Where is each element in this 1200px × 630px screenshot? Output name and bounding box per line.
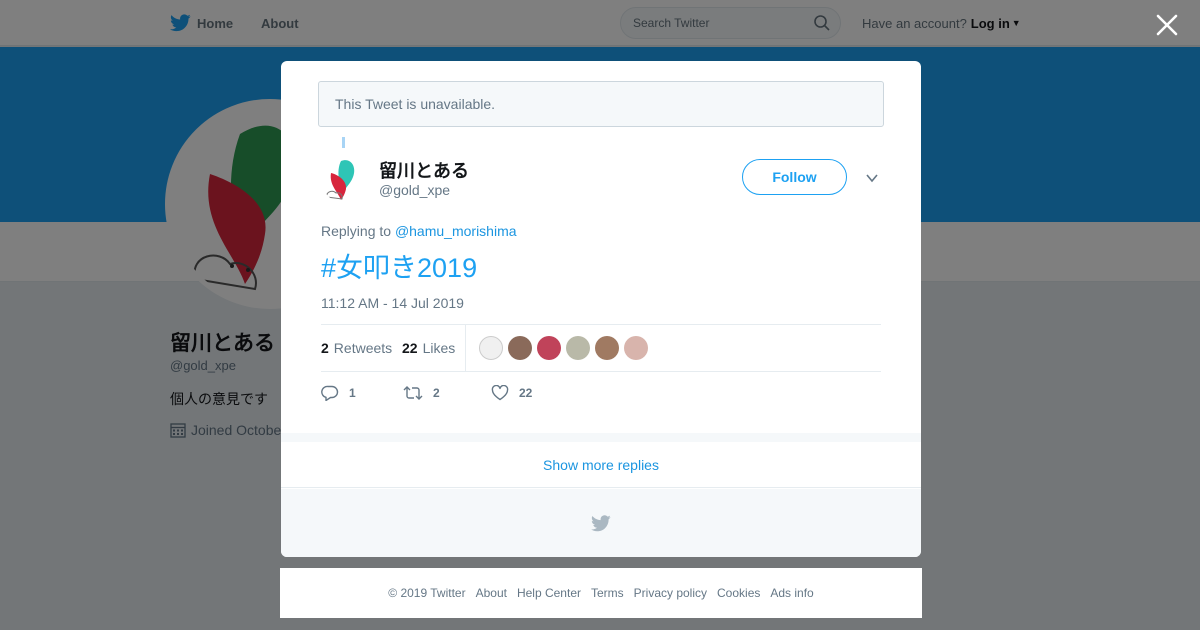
liker-avatar[interactable] [595,336,619,360]
close-icon[interactable] [1154,12,1180,38]
retweet-count: 2 [433,386,440,400]
stats-divider [465,325,466,371]
liker-avatar[interactable] [508,336,532,360]
tweet-author-name[interactable]: 留川とある [379,157,469,183]
replies-separator [281,433,921,442]
tweet-author-avatar-image [321,155,369,203]
retweets-stat[interactable]: 2 Retweets [321,325,392,371]
follow-button[interactable]: Follow [742,159,847,195]
footer-about-link[interactable]: About [476,586,507,600]
modal-footer [281,489,921,557]
tweet-unavailable-notice: This Tweet is unavailable. [318,81,884,127]
footer-privacy-link[interactable]: Privacy policy [634,586,707,600]
like-count: 22 [519,386,533,400]
tweet-actions: 1 2 22 [321,381,554,405]
footer-copyright: © 2019 Twitter [388,586,466,600]
likes-label: Likes [422,340,456,356]
liker-avatar[interactable] [537,336,561,360]
tweet-timestamp[interactable]: 11:12 AM - 14 Jul 2019 [321,295,464,311]
liker-avatar[interactable] [566,336,590,360]
site-footer: © 2019 Twitter About Help Center Terms P… [280,568,922,618]
reply-count: 1 [349,386,356,400]
like-action[interactable]: 22 [491,385,532,401]
footer-terms-link[interactable]: Terms [591,586,624,600]
footer-cookies-link[interactable]: Cookies [717,586,760,600]
tweet-stats: 2 Retweets 22 Likes [321,324,881,372]
likers-facepile [479,336,653,360]
tweet-author-avatar[interactable] [321,155,369,203]
footer-ads-link[interactable]: Ads info [770,586,813,600]
liker-avatar[interactable] [624,336,648,360]
liker-avatar[interactable] [479,336,503,360]
chevron-down-icon[interactable] [865,171,879,185]
retweet-action[interactable]: 2 [403,385,469,401]
twitter-bird-icon [591,514,611,531]
replying-prefix: Replying to [321,223,392,239]
tweet-modal: This Tweet is unavailable. 留川とある @gold_x… [281,61,921,557]
replying-to-mention[interactable]: @hamu_morishima [395,223,517,239]
heart-icon [491,385,509,401]
retweet-icon [403,386,423,400]
show-more-replies-link[interactable]: Show more replies [281,442,921,488]
reply-icon [321,385,339,401]
reply-action[interactable]: 1 [321,385,381,401]
replying-to: Replying to @hamu_morishima [321,223,517,239]
tweet-text-hashtag[interactable]: #女叩き2019 [321,246,477,285]
footer-help-link[interactable]: Help Center [517,586,581,600]
likes-stat[interactable]: 22 Likes [402,325,455,371]
tweet-author-handle[interactable]: @gold_xpe [379,182,450,198]
retweets-count: 2 [321,340,329,356]
retweets-label: Retweets [333,340,393,356]
conversation-thread-line [342,137,345,148]
likes-count: 22 [402,340,418,356]
